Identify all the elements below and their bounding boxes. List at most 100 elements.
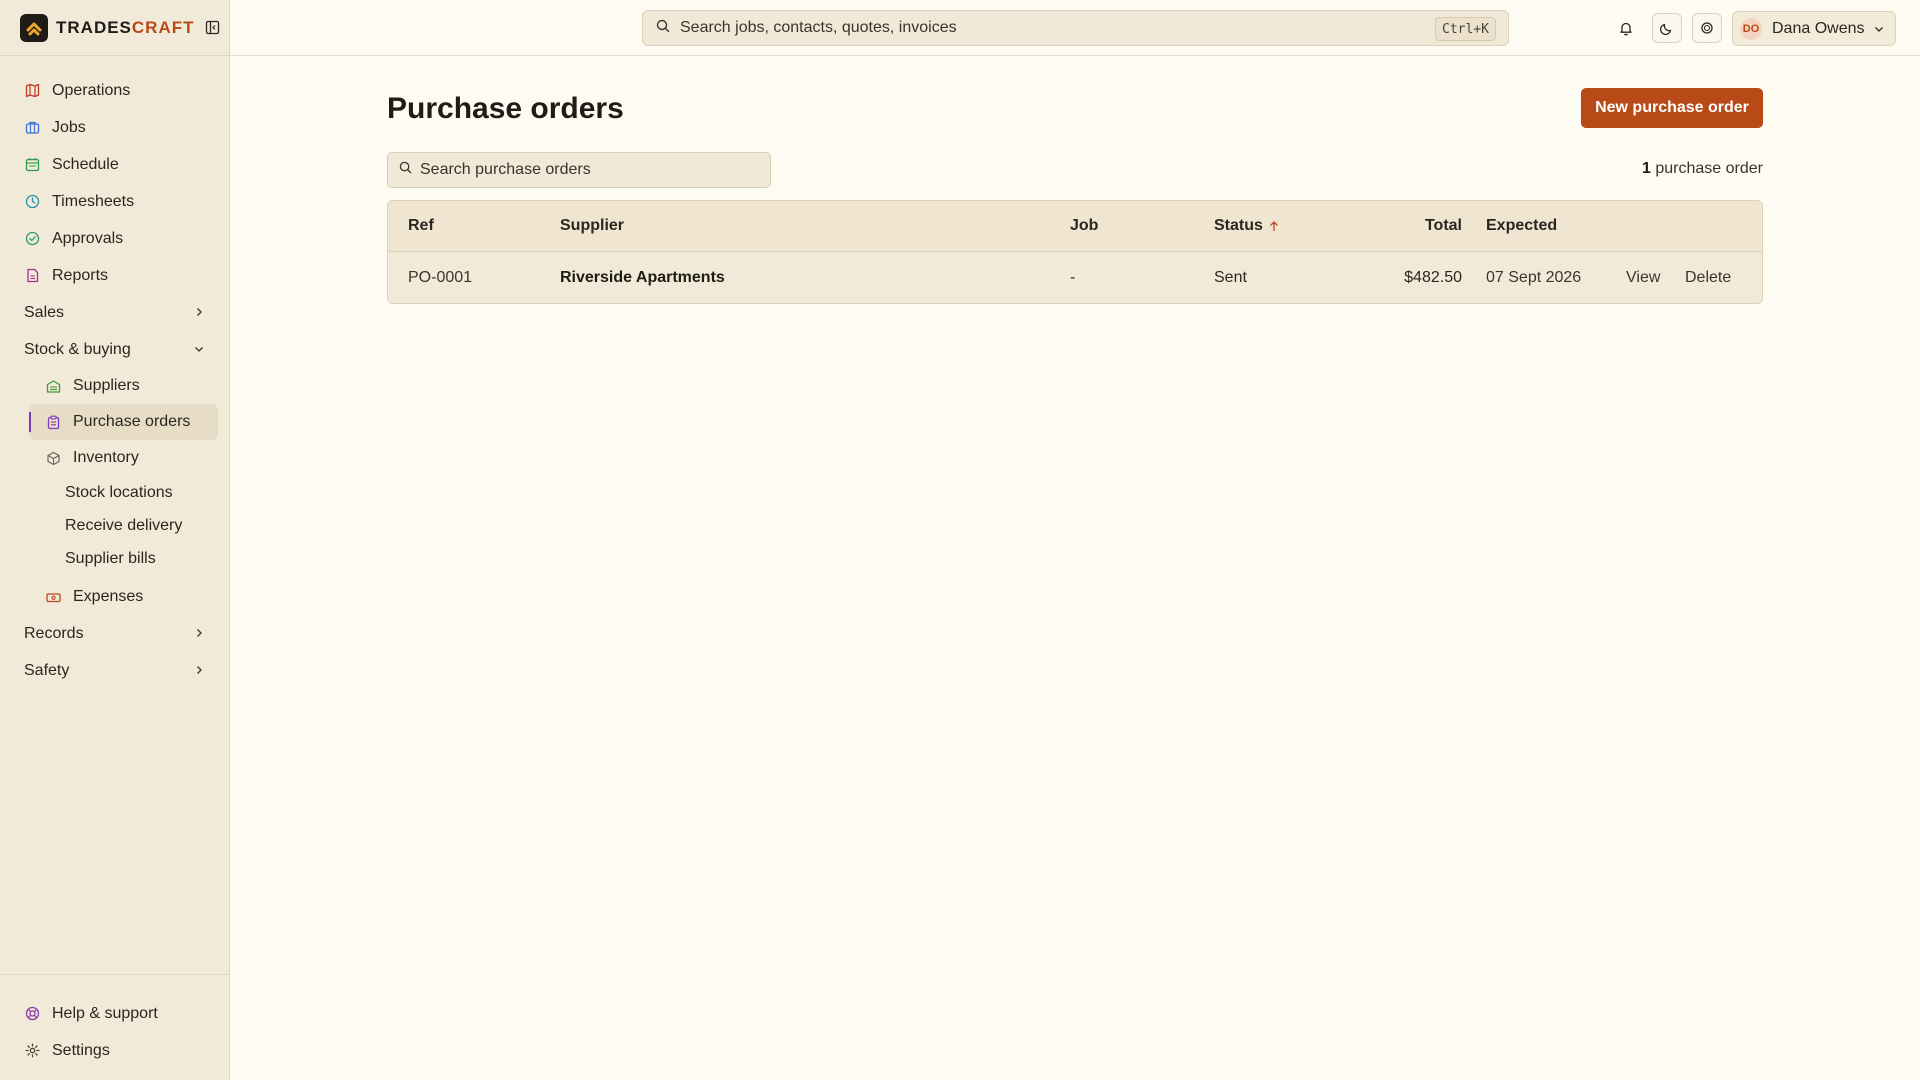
sidebar-item-label: Receive delivery [65,516,183,534]
cell-expected: 07 Sept 2026 [1486,269,1582,286]
sort-ascending-icon [1269,220,1279,232]
bell-icon[interactable] [1611,13,1641,43]
column-header-job[interactable]: Job [1070,217,1098,235]
delete-link[interactable]: Delete [1685,269,1731,287]
chevron-right-icon [194,304,204,322]
table-header: Ref Supplier Job Status Total Expected [388,201,1762,252]
sidebar-item-reports[interactable]: Reports [0,257,230,294]
sidebar-item-expenses[interactable]: Expenses [29,579,218,615]
avatar: DO [1740,17,1762,40]
topbar: Search jobs, contacts, quotes, invoices … [230,0,1920,56]
clipboard-icon [45,414,61,430]
result-count-number: 1 [1642,160,1651,177]
sidebar-collapse-icon[interactable] [205,20,220,35]
sidebar-item-supplier-bills[interactable]: Supplier bills [0,542,230,575]
sidebar-item-label: Jobs [52,118,86,136]
chevron-right-icon [194,625,204,643]
sidebar-item-label: Settings [52,1041,110,1059]
new-purchase-order-button[interactable]: New purchase order [1581,88,1763,128]
cell-total: $482.50 [1404,269,1462,286]
brand: TRADESCRAFT [0,0,229,56]
cell-status: Sent [1214,269,1247,286]
column-header-total[interactable]: Total [1425,217,1462,235]
sidebar-item-timesheets[interactable]: Timesheets [0,183,230,220]
sidebar-item-label: Stock locations [65,483,173,501]
column-header-status[interactable]: Status [1214,217,1279,235]
sidebar-item-label: Expenses [73,588,144,605]
sidebar-item-label: Timesheets [52,192,135,210]
sidebar-item-approvals[interactable]: Approvals [0,220,230,257]
sidebar-item-settings[interactable]: Settings [0,1032,230,1069]
page-title: Purchase orders [387,92,624,125]
sidebar-nav: Operations Jobs Schedule Timesheets Appr… [0,72,230,689]
chevron-down-icon [194,341,204,359]
column-header-supplier[interactable]: Supplier [560,217,624,235]
view-link[interactable]: View [1626,269,1660,287]
global-search-placeholder: Search jobs, contacts, quotes, invoices [680,19,957,36]
cell-ref: PO-0001 [408,269,473,286]
clock-icon [24,194,40,210]
global-search-input[interactable]: Search jobs, contacts, quotes, invoices … [642,10,1509,46]
chevron-right-icon [194,662,204,680]
sidebar-item-label: Help & support [52,1004,158,1022]
sidebar-group-label: Safety [24,661,70,679]
search-placeholder: Search purchase orders [420,161,591,178]
sidebar-item-purchase-orders[interactable]: Purchase orders [29,404,218,440]
sidebar-group-sales[interactable]: Sales [0,294,230,331]
purchase-order-search-input[interactable]: Search purchase orders [387,152,771,188]
sidebar-group-records[interactable]: Records [0,615,230,652]
sidebar-item-label: Schedule [52,155,119,173]
chevron-down-icon [1873,22,1885,40]
sidebar-item-schedule[interactable]: Schedule [0,146,230,183]
sidebar-group-stock-buying[interactable]: Stock & buying [0,331,230,368]
warehouse-icon [45,378,61,394]
sidebar-item-stock-locations[interactable]: Stock locations [0,476,230,509]
briefcase-icon [24,120,40,136]
sidebar-item-label: Purchase orders [73,413,191,430]
user-name: Dana Owens [1772,19,1865,37]
sidebar-item-jobs[interactable]: Jobs [0,109,230,146]
sidebar-item-label: Approvals [52,229,124,247]
column-header-ref[interactable]: Ref [408,217,434,235]
gear-icon [24,1043,40,1059]
sidebar-item-label: Inventory [73,449,139,466]
contrast-icon[interactable] [1692,13,1722,43]
result-count: 1 purchase order [1642,160,1763,178]
user-menu-button[interactable]: DO Dana Owens [1732,11,1896,46]
sidebar-item-label: Reports [52,266,109,284]
cell-job: - [1070,269,1076,286]
sidebar-item-operations[interactable]: Operations [0,72,230,109]
brand-logo-icon[interactable] [20,13,48,42]
sidebar-group-label: Sales [24,303,65,321]
search-icon [656,19,670,38]
sidebar-item-receive-delivery[interactable]: Receive delivery [0,509,230,542]
sidebar-item-label: Suppliers [73,377,140,394]
sidebar-item-suppliers[interactable]: Suppliers [29,368,218,404]
keyboard-shortcut-badge: Ctrl+K [1435,17,1496,41]
sidebar-item-label: Supplier bills [65,549,156,567]
brand-name: TRADESCRAFT [56,17,195,37]
sidebar-item-inventory[interactable]: Inventory [29,440,218,476]
file-chart-icon [24,268,40,284]
calendar-icon [24,157,40,173]
sidebar-item-label: Operations [52,81,131,99]
sidebar-item-help[interactable]: Help & support [0,995,230,1032]
sidebar-footer: Help & support Settings [0,974,230,1080]
banknote-icon [45,589,61,605]
sidebar-group-label: Stock & buying [24,340,131,358]
check-circle-icon [24,231,40,247]
table-row[interactable]: PO-0001 Riverside Apartments - Sent $482… [388,252,1762,303]
cell-supplier: Riverside Apartments [560,269,725,286]
search-icon [399,161,412,179]
moon-icon[interactable] [1652,13,1682,43]
sidebar-group-safety[interactable]: Safety [0,652,230,689]
column-header-status-label: Status [1214,217,1263,234]
result-count-label: purchase order [1650,160,1763,177]
purchase-orders-table: Ref Supplier Job Status Total Expected P… [387,200,1763,304]
package-icon [45,450,61,466]
sidebar: TRADESCRAFT Operations Jobs Schedule Tim… [0,0,230,1080]
map-icon [24,83,40,99]
column-header-expected[interactable]: Expected [1486,217,1557,235]
lifebuoy-icon [24,1006,40,1022]
sidebar-group-label: Records [24,624,84,642]
